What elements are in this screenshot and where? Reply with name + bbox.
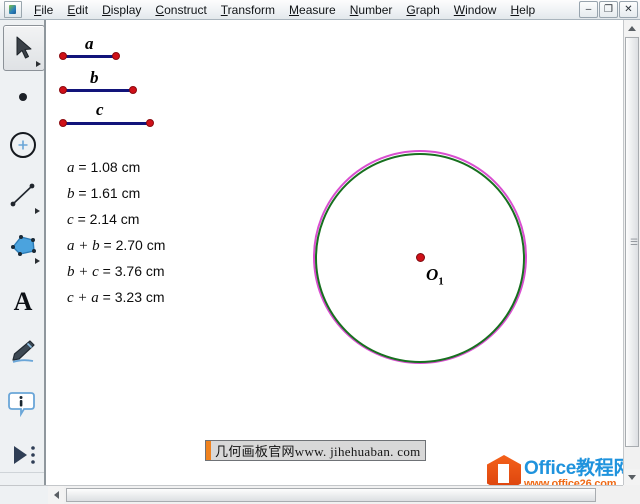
sketch-canvas[interactable]: a b c a = 1.08 cm b = 1.61 cm c = 2.14 c… (48, 20, 623, 485)
straightedge-line-tool[interactable] (3, 173, 43, 217)
polygon-tool[interactable] (3, 223, 43, 267)
menu-item-transform[interactable]: Transform (214, 2, 282, 18)
menu-bar: File Edit Display Construct Transform Me… (0, 0, 640, 20)
center-label-subscript: 1 (438, 275, 444, 288)
svg-text:A: A (14, 287, 33, 314)
polygon-tool-expand-icon[interactable] (35, 258, 40, 264)
measurement-c-plus-a[interactable]: c + a = 3.23 cm (67, 290, 165, 306)
info-bubble-icon (8, 392, 35, 417)
vertical-scroll-thumb[interactable]: ☰ (625, 37, 639, 447)
watermark-text: 几何画板官网www. jihehuaban. com (215, 444, 421, 459)
measurement-c[interactable]: c = 2.14 cm (67, 212, 139, 228)
point-tool[interactable] (3, 75, 43, 119)
measurement-c-plus-a-var: c + a (67, 290, 99, 306)
segment-b-endpoint-left[interactable] (59, 86, 67, 94)
scroll-grip-icon: ☰ (630, 237, 639, 247)
circle-center-label: O1 (426, 265, 444, 287)
circle-center-point[interactable] (416, 253, 425, 262)
arrow-select-tool[interactable] (3, 25, 45, 71)
menu-item-window[interactable]: Window (447, 2, 504, 18)
segment-b-endpoint-right[interactable] (129, 86, 137, 94)
menu-item-file[interactable]: File (27, 2, 60, 18)
minimize-button[interactable]: – (579, 1, 598, 18)
measurement-b[interactable]: b = 1.61 cm (67, 186, 140, 202)
segment-a[interactable] (62, 55, 119, 58)
office26-logo-title: Office教程网 (524, 457, 633, 479)
compass-circle-tool[interactable] (3, 123, 43, 167)
restore-button[interactable]: ❐ (599, 1, 618, 18)
vertical-scrollbar[interactable]: ☰ (623, 20, 640, 485)
watermark-text-box[interactable]: 几何画板官网www. jihehuaban. com (205, 440, 426, 461)
measurement-c-value: = 2.14 cm (77, 211, 140, 227)
text-a-icon: A (14, 287, 33, 314)
polygon-icon (11, 235, 36, 256)
measurement-c-plus-a-value: = 3.23 cm (102, 289, 165, 305)
segment-a-label: a (85, 34, 94, 53)
tool-palette: A (0, 20, 46, 485)
menu-item-construct[interactable]: Construct (148, 2, 213, 18)
measurement-b-var: b (67, 186, 75, 202)
center-label-letter: O (426, 265, 439, 284)
segment-b-label: b (90, 68, 99, 87)
horizontal-scroll-thumb[interactable] (66, 488, 596, 502)
segment-c-endpoint-right[interactable] (146, 119, 154, 127)
menu-item-measure[interactable]: Measure (282, 2, 343, 18)
information-tool[interactable] (3, 381, 43, 425)
point-icon (19, 93, 27, 101)
line-segment-icon (10, 183, 35, 207)
segment-c-label: c (96, 100, 104, 119)
menu-item-number[interactable]: Number (343, 2, 400, 18)
circle-icon (10, 132, 36, 158)
sketchpad-window: File Edit Display Construct Transform Me… (0, 0, 640, 504)
measurement-b-plus-c[interactable]: b + c = 3.76 cm (67, 264, 165, 280)
line-tool-expand-icon[interactable] (35, 208, 40, 214)
measurement-b-plus-c-value: = 3.76 cm (102, 263, 165, 279)
menu-item-edit[interactable]: Edit (60, 2, 95, 18)
measurement-a-plus-b[interactable]: a + b = 2.70 cm (67, 238, 165, 254)
measurement-a[interactable]: a = 1.08 cm (67, 160, 140, 176)
chevron-up-icon (628, 25, 636, 31)
chevron-left-icon (53, 491, 59, 499)
play-more-icon (14, 446, 35, 464)
measurement-a-value: = 1.08 cm (78, 159, 141, 175)
scroll-down-button[interactable] (624, 469, 640, 485)
measurement-b-value: = 1.61 cm (78, 185, 141, 201)
menu-item-display[interactable]: Display (95, 2, 148, 18)
bottom-left-pane (0, 485, 48, 504)
horizontal-scrollbar[interactable] (48, 485, 623, 504)
sketchpad-app-icon (4, 1, 22, 18)
scroll-left-button[interactable] (48, 486, 64, 504)
scroll-up-button[interactable] (624, 20, 640, 36)
pen-marker-icon (12, 340, 35, 363)
arrow-tool-expand-icon[interactable] (36, 61, 41, 67)
segment-a-endpoint-left[interactable] (59, 52, 67, 60)
measurement-c-var: c (67, 212, 74, 228)
marker-pen-tool[interactable] (3, 329, 43, 373)
segment-a-endpoint-right[interactable] (112, 52, 120, 60)
chevron-down-icon (628, 474, 636, 480)
arrow-cursor-icon (16, 36, 32, 59)
custom-tool[interactable] (3, 433, 43, 477)
close-button[interactable]: ✕ (619, 1, 638, 18)
segment-c[interactable] (62, 122, 153, 125)
tool-divider (0, 472, 46, 473)
menu-item-graph[interactable]: Graph (399, 2, 446, 18)
scrollbar-corner (623, 485, 640, 504)
measurement-a-plus-b-value: = 2.70 cm (103, 237, 166, 253)
measurement-b-plus-c-var: b + c (67, 264, 99, 280)
measurement-a-plus-b-var: a + b (67, 238, 100, 254)
text-tool[interactable]: A (3, 278, 43, 322)
window-controls: – ❐ ✕ (578, 1, 640, 18)
menu-item-help[interactable]: Help (503, 2, 542, 18)
segment-c-endpoint-left[interactable] (59, 119, 67, 127)
segment-b[interactable] (62, 89, 136, 92)
measurement-a-var: a (67, 160, 75, 176)
